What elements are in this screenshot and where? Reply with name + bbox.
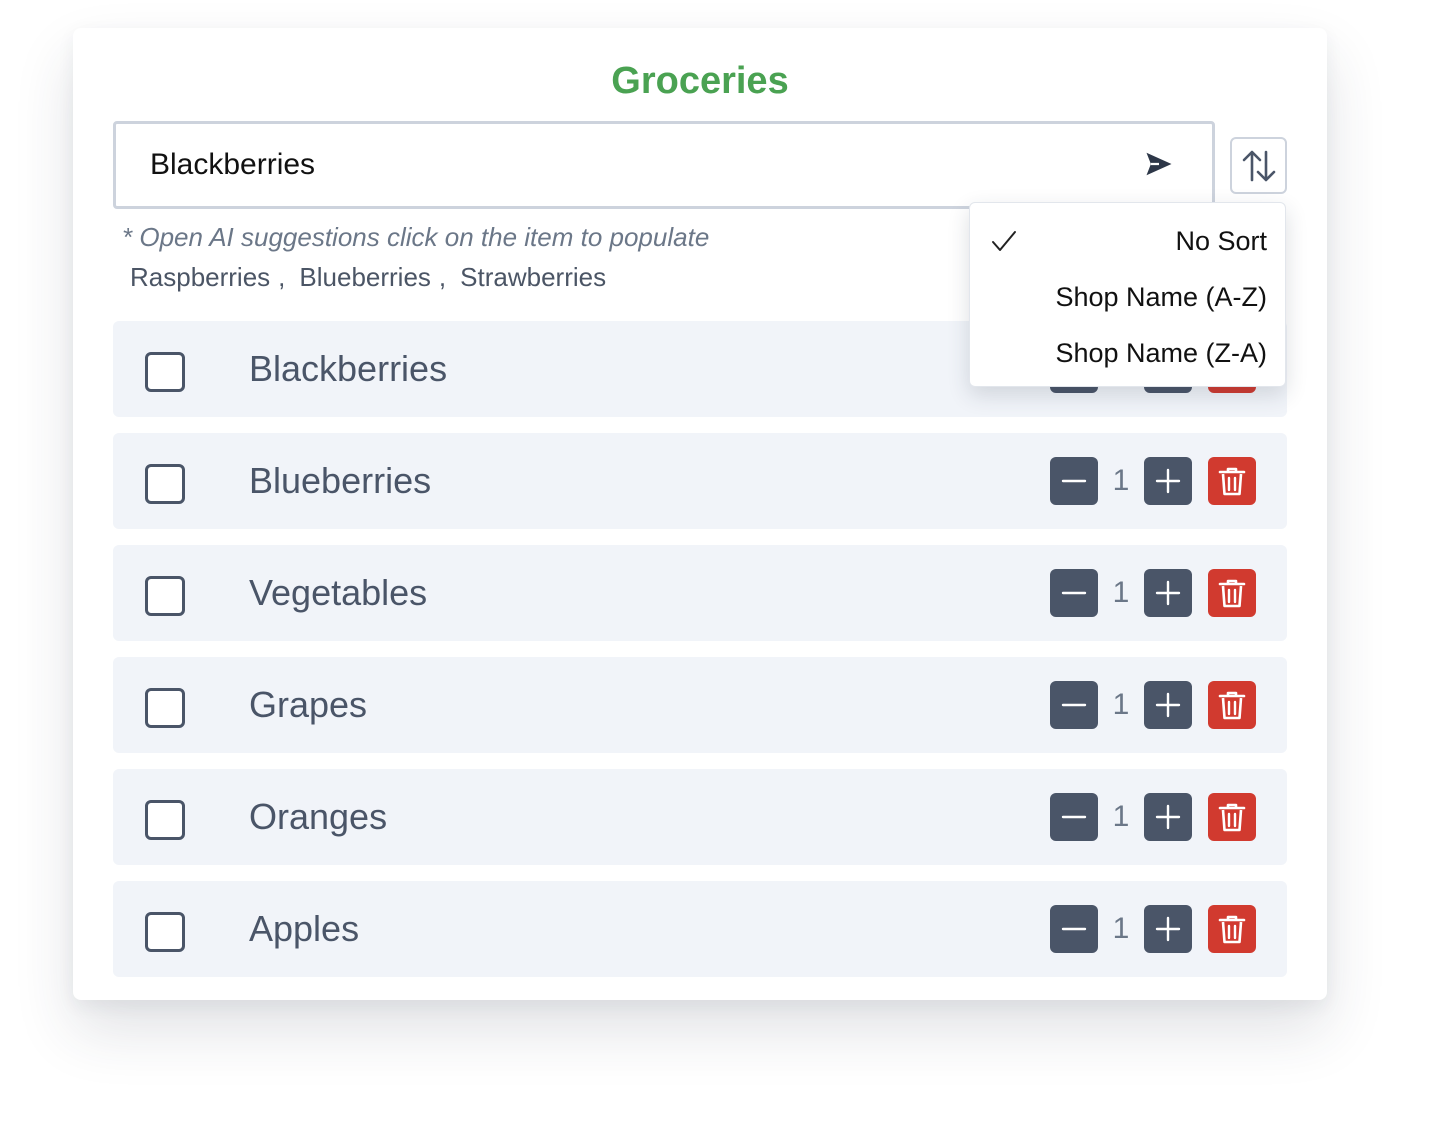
minus-icon xyxy=(1061,703,1087,707)
delete-button[interactable] xyxy=(1208,569,1256,617)
plus-icon xyxy=(1155,468,1181,494)
item-checkbox[interactable] xyxy=(145,800,185,840)
sort-option-z-a[interactable]: Shop Name (Z-A) xyxy=(970,325,1285,381)
decrement-button[interactable] xyxy=(1050,569,1098,617)
item-name: Blackberries xyxy=(249,348,448,389)
quantity-value: 1 xyxy=(1112,576,1130,609)
sort-button[interactable] xyxy=(1230,137,1287,194)
decrement-button[interactable] xyxy=(1050,457,1098,505)
increment-button[interactable] xyxy=(1144,793,1192,841)
delete-button[interactable] xyxy=(1208,905,1256,953)
plus-icon xyxy=(1155,916,1181,942)
plus-icon xyxy=(1155,804,1181,830)
grocery-list: Blackberries 1 Blueberries 1 Vegetables xyxy=(113,321,1287,993)
increment-button[interactable] xyxy=(1144,905,1192,953)
suggestion-separator: , xyxy=(438,262,447,292)
suggestion-item[interactable]: Raspberries xyxy=(130,260,270,294)
sort-option-label: Shop Name (A-Z) xyxy=(1055,282,1267,312)
suggestion-item[interactable]: Strawberries xyxy=(460,260,606,294)
trash-icon xyxy=(1218,467,1246,496)
quantity-value: 1 xyxy=(1112,688,1130,721)
trash-icon xyxy=(1218,579,1246,608)
minus-icon xyxy=(1061,815,1087,819)
suggestion-item[interactable]: Blueberries xyxy=(299,260,431,294)
list-item: Grapes 1 xyxy=(113,657,1287,753)
minus-icon xyxy=(1061,927,1087,931)
decrement-button[interactable] xyxy=(1050,793,1098,841)
sort-option-no-sort[interactable]: No Sort xyxy=(970,213,1285,269)
check-icon xyxy=(992,231,1016,251)
decrement-button[interactable] xyxy=(1050,905,1098,953)
page-title: Groceries xyxy=(611,60,789,102)
item-name: Grapes xyxy=(249,684,368,725)
item-name: Vegetables xyxy=(249,572,428,613)
item-checkbox[interactable] xyxy=(145,912,185,952)
sort-arrows-icon xyxy=(1242,150,1275,181)
quantity-controls: 1 xyxy=(1050,681,1256,729)
quantity-value: 1 xyxy=(1112,464,1130,497)
grocery-card: Groceries * Open AI suggestions click on… xyxy=(73,28,1327,1000)
quantity-value: 1 xyxy=(1112,800,1130,833)
quantity-controls: 1 xyxy=(1050,905,1256,953)
quantity-value: 1 xyxy=(1112,912,1130,945)
item-checkbox[interactable] xyxy=(145,352,185,392)
quantity-controls: 1 xyxy=(1050,793,1256,841)
quantity-controls: 1 xyxy=(1050,569,1256,617)
item-name: Blueberries xyxy=(249,460,432,501)
item-checkbox[interactable] xyxy=(145,464,185,504)
list-item: Oranges 1 xyxy=(113,769,1287,865)
ai-suggestions: Raspberries , Blueberries , Strawberries xyxy=(130,260,606,294)
quantity-controls: 1 xyxy=(1050,457,1256,505)
ai-hint: * Open AI suggestions click on the item … xyxy=(122,222,710,252)
minus-icon xyxy=(1061,591,1087,595)
list-item: Blueberries 1 xyxy=(113,433,1287,529)
plus-icon xyxy=(1155,692,1181,718)
add-item-input[interactable] xyxy=(150,124,1110,206)
delete-button[interactable] xyxy=(1208,457,1256,505)
increment-button[interactable] xyxy=(1144,569,1192,617)
item-name: Oranges xyxy=(249,796,388,837)
send-icon[interactable] xyxy=(1144,149,1174,179)
list-item: Vegetables 1 xyxy=(113,545,1287,641)
suggestion-separator: , xyxy=(278,262,286,292)
list-item: Apples 1 xyxy=(113,881,1287,977)
add-item-field[interactable] xyxy=(113,121,1215,209)
plus-icon xyxy=(1155,580,1181,606)
sort-option-label: No Sort xyxy=(1175,226,1267,256)
trash-icon xyxy=(1218,803,1246,832)
increment-button[interactable] xyxy=(1144,457,1192,505)
delete-button[interactable] xyxy=(1208,681,1256,729)
sort-option-a-z[interactable]: Shop Name (A-Z) xyxy=(970,269,1285,325)
increment-button[interactable] xyxy=(1144,681,1192,729)
minus-icon xyxy=(1061,479,1087,483)
decrement-button[interactable] xyxy=(1050,681,1098,729)
trash-icon xyxy=(1218,915,1246,944)
sort-dropdown-menu: No Sort Shop Name (A-Z) Shop Name (Z-A) xyxy=(969,202,1286,387)
delete-button[interactable] xyxy=(1208,793,1256,841)
trash-icon xyxy=(1218,691,1246,720)
item-checkbox[interactable] xyxy=(145,576,185,616)
item-checkbox[interactable] xyxy=(145,688,185,728)
item-name: Apples xyxy=(249,908,360,949)
sort-option-label: Shop Name (Z-A) xyxy=(1055,338,1267,368)
